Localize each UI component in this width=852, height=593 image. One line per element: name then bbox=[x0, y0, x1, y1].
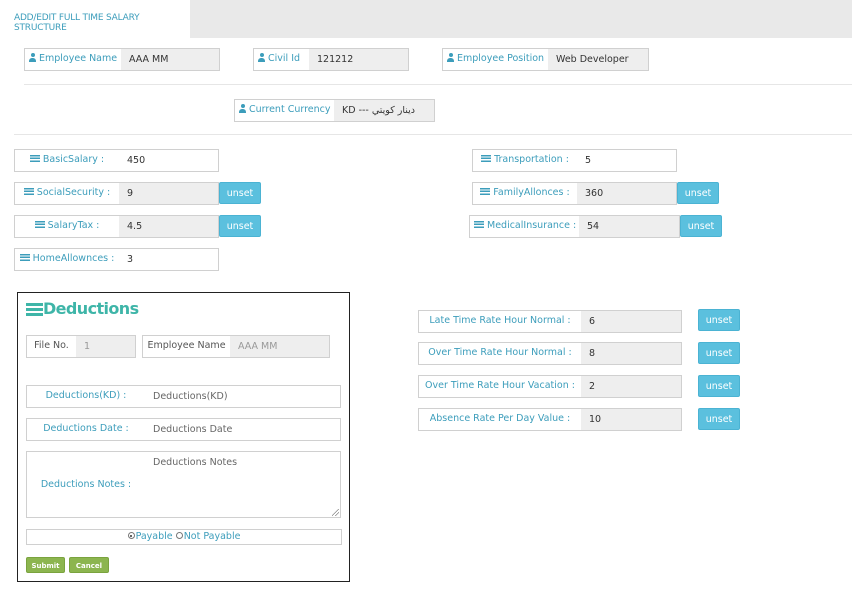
user-icon bbox=[29, 53, 36, 62]
transportation-input[interactable]: 5 bbox=[577, 149, 677, 172]
employee-name-label: Employee Name bbox=[24, 48, 122, 71]
deductions-amount-label: Deductions(KD) : bbox=[26, 385, 146, 408]
list-icon bbox=[480, 188, 491, 195]
submit-button[interactable]: Submit bbox=[26, 557, 65, 573]
social-security-unset-button[interactable]: unset bbox=[219, 182, 261, 204]
deductions-notes-textarea[interactable]: Deductions Notes bbox=[145, 451, 341, 518]
list-icon bbox=[474, 221, 484, 228]
deductions-date-input[interactable]: Deductions Date bbox=[145, 418, 341, 441]
medical-insurance-label-text: MedicalInsurance : bbox=[487, 220, 577, 231]
cancel-button[interactable]: Cancel bbox=[69, 557, 109, 573]
over-time-vacation-unset-button[interactable]: unset bbox=[698, 375, 740, 397]
deductions-title: Deductions bbox=[43, 299, 139, 318]
home-allowances-input[interactable]: 3 bbox=[119, 248, 219, 271]
family-allowances-label: FamilyAllonces : bbox=[472, 182, 578, 205]
salary-tax-label: SalaryTax : bbox=[14, 215, 120, 238]
home-allowances-label: HomeAllownces : bbox=[14, 248, 120, 271]
payable-radio-label[interactable]: Payable bbox=[136, 531, 173, 542]
over-time-vacation-field[interactable]: 2 bbox=[581, 375, 682, 398]
current-currency-field[interactable]: KD --- دينار كويتي bbox=[334, 99, 435, 122]
not-payable-radio[interactable] bbox=[175, 532, 183, 539]
user-icon bbox=[258, 53, 265, 62]
civil-id-field[interactable]: 121212 bbox=[309, 48, 409, 71]
transportation-label-text: Transportation : bbox=[494, 154, 569, 165]
family-allowances-label-text: FamilyAllonces : bbox=[493, 187, 570, 198]
list-icon bbox=[34, 221, 45, 228]
payable-radio[interactable] bbox=[127, 532, 135, 539]
file-no-label: File No. bbox=[26, 335, 77, 358]
current-currency-label: Current Currency bbox=[234, 99, 335, 122]
medical-insurance-field[interactable]: 54 bbox=[579, 215, 680, 238]
basic-salary-label-text: BasicSalary : bbox=[42, 154, 105, 165]
deductions-date-label: Deductions Date : bbox=[26, 418, 146, 441]
salary-tax-field[interactable]: 4.5 bbox=[119, 215, 219, 238]
divider bbox=[24, 84, 852, 85]
social-security-label: SocialSecurity : bbox=[14, 182, 120, 205]
deductions-notes-label: Deductions Notes : bbox=[26, 451, 146, 518]
list-icon bbox=[29, 155, 40, 162]
divider bbox=[14, 134, 852, 135]
salary-tax-label-text: SalaryTax : bbox=[47, 220, 100, 231]
absence-rate-unset-button[interactable]: unset bbox=[698, 408, 740, 430]
family-allowances-unset-button[interactable]: unset bbox=[677, 182, 719, 204]
transportation-label: Transportation : bbox=[472, 149, 578, 172]
resize-grip-icon[interactable] bbox=[332, 509, 339, 516]
deductions-notes-placeholder: Deductions Notes bbox=[153, 457, 238, 468]
list-icon bbox=[481, 155, 492, 162]
social-security-field[interactable]: 9 bbox=[119, 182, 219, 205]
over-time-vacation-label: Over Time Rate Hour Vacation : bbox=[418, 375, 582, 398]
user-icon bbox=[239, 104, 246, 113]
not-payable-radio-label[interactable]: Not Payable bbox=[184, 531, 241, 542]
current-currency-label-text: Current Currency bbox=[249, 104, 331, 115]
civil-id-label: Civil Id bbox=[253, 48, 310, 71]
employee-name-label-text: Employee Name bbox=[39, 53, 118, 64]
late-time-rate-label: Late Time Rate Hour Normal : bbox=[418, 310, 582, 333]
over-time-normal-field[interactable]: 8 bbox=[581, 342, 682, 365]
list-icon bbox=[23, 188, 34, 195]
deductions-panel: Deductions File No. 1 Employee Name AAA … bbox=[17, 292, 350, 582]
medical-insurance-unset-button[interactable]: unset bbox=[680, 215, 722, 237]
employee-position-label: Employee Position bbox=[442, 48, 549, 71]
over-time-normal-unset-button[interactable]: unset bbox=[698, 342, 740, 364]
absence-rate-label: Absence Rate Per Day Value : bbox=[418, 408, 582, 431]
home-allowances-label-text: HomeAllownces : bbox=[32, 253, 115, 264]
social-security-label-text: SocialSecurity : bbox=[36, 187, 111, 198]
late-time-rate-unset-button[interactable]: unset bbox=[698, 309, 740, 331]
deductions-employee-name-label: Employee Name bbox=[142, 335, 231, 358]
list-icon bbox=[19, 254, 30, 261]
basic-salary-label: BasicSalary : bbox=[14, 149, 120, 172]
deductions-amount-input[interactable]: Deductions(KD) bbox=[145, 385, 341, 408]
deductions-heading: Deductions bbox=[26, 299, 139, 318]
absence-rate-field[interactable]: 10 bbox=[581, 408, 682, 431]
employee-position-field[interactable]: Web Developer bbox=[548, 48, 649, 71]
basic-salary-input[interactable]: 450 bbox=[119, 149, 219, 172]
tab-add-edit-salary-structure[interactable]: ADD/EDIT FULL TIME SALARY STRUCTURE bbox=[0, 0, 190, 38]
list-icon bbox=[26, 302, 43, 316]
user-icon bbox=[447, 53, 454, 62]
employee-position-label-text: Employee Position bbox=[457, 53, 545, 64]
employee-name-field[interactable]: AAA MM bbox=[121, 48, 220, 71]
payable-radio-group: Payable Not Payable bbox=[26, 529, 342, 545]
family-allowances-field[interactable]: 360 bbox=[577, 182, 677, 205]
file-no-field[interactable]: 1 bbox=[76, 335, 136, 358]
late-time-rate-field[interactable]: 6 bbox=[581, 310, 682, 333]
salary-tax-unset-button[interactable]: unset bbox=[219, 215, 261, 237]
medical-insurance-label: MedicalInsurance : bbox=[469, 215, 580, 238]
civil-id-label-text: Civil Id bbox=[268, 53, 301, 64]
over-time-normal-label: Over Time Rate Hour Normal : bbox=[418, 342, 582, 365]
deductions-employee-name-field[interactable]: AAA MM bbox=[230, 335, 330, 358]
